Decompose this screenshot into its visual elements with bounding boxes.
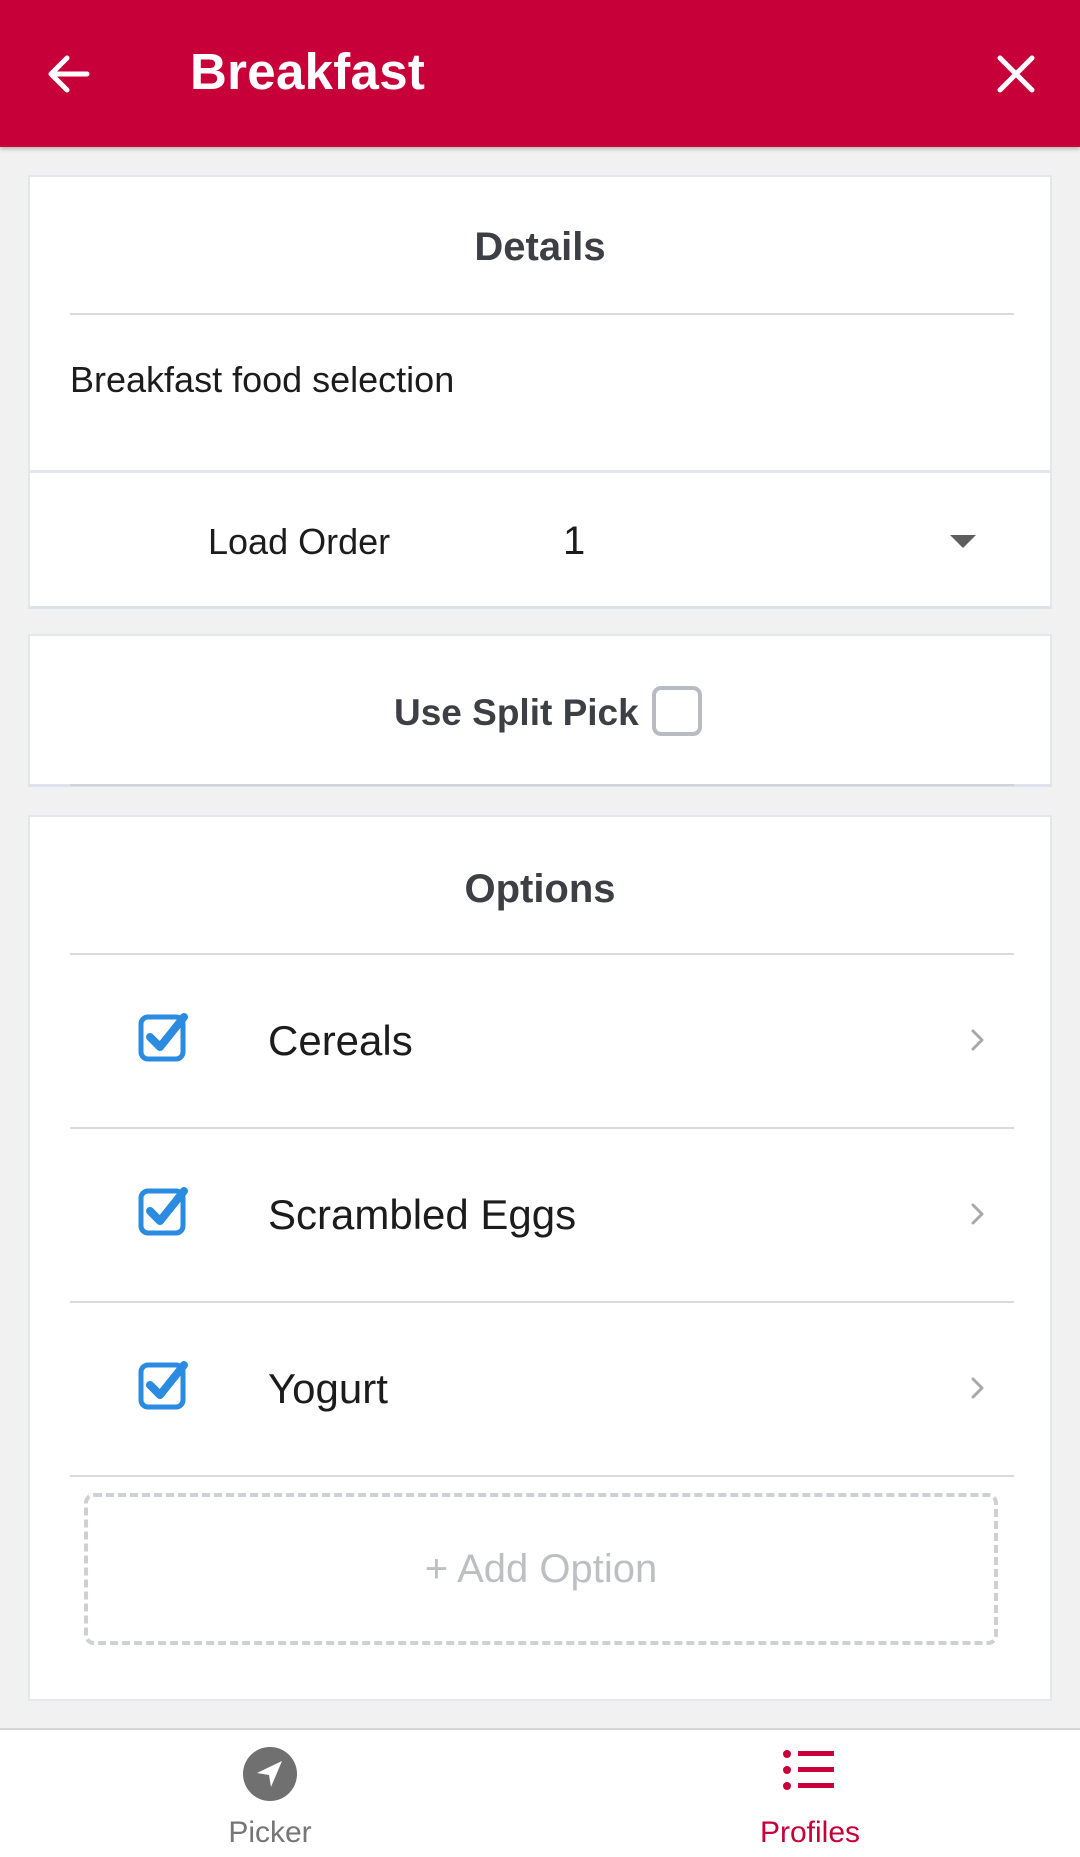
options-title: Options	[464, 867, 616, 911]
chevron-right-icon	[971, 1203, 984, 1225]
option-row-yogurt[interactable]: Yogurt	[70, 1303, 1014, 1477]
checkbox-checked-icon[interactable]	[137, 1009, 191, 1063]
option-label: Yogurt	[268, 1365, 388, 1412]
list-icon	[783, 1750, 834, 1790]
options-card: Options Cereals Scrambled Eggs Yogurt + …	[28, 815, 1052, 1701]
option-label: Cereals	[268, 1017, 413, 1064]
split-pick-card: Use Split Pick	[28, 634, 1052, 787]
checkbox-checked-icon[interactable]	[137, 1183, 191, 1237]
details-title: Details	[474, 225, 606, 269]
load-order-value[interactable]: 1	[563, 519, 585, 564]
nav-label: Picker	[228, 1816, 312, 1849]
chevron-right-icon	[971, 1377, 984, 1399]
nav-item-picker[interactable]: Picker	[0, 1730, 540, 1857]
option-row-cereals[interactable]: Cereals	[70, 955, 1014, 1129]
add-option-button[interactable]: + Add Option	[84, 1493, 998, 1645]
description-text: Breakfast food selection	[70, 359, 455, 400]
close-button[interactable]	[986, 44, 1046, 104]
dropdown-arrow-icon[interactable]	[950, 535, 976, 548]
load-order-label: Load Order	[208, 521, 391, 562]
checkbox-checked-icon[interactable]	[137, 1357, 191, 1411]
option-label: Scrambled Eggs	[268, 1191, 577, 1238]
app-bar: Breakfast	[0, 0, 1080, 147]
nav-item-profiles[interactable]: Profiles	[540, 1730, 1080, 1857]
arrow-left-icon	[48, 55, 90, 93]
divider	[70, 784, 1014, 786]
details-card: Details Breakfast food selection	[28, 175, 1052, 472]
bottom-navigation: Picker Profiles	[0, 1728, 1080, 1857]
page-title: Breakfast	[190, 43, 426, 100]
divider	[70, 313, 1014, 315]
split-pick-checkbox[interactable]	[652, 686, 702, 736]
add-option-label: + Add Option	[424, 1546, 658, 1591]
nav-label: Profiles	[759, 1816, 861, 1849]
chevron-right-icon	[971, 1029, 984, 1051]
option-row-scrambled-eggs[interactable]: Scrambled Eggs	[70, 1129, 1014, 1303]
divider	[70, 1475, 1014, 1477]
navigation-arrow-icon	[243, 1747, 297, 1801]
close-icon	[997, 55, 1035, 93]
load-order-select[interactable]: Load Order 1	[28, 471, 1052, 609]
back-button[interactable]	[38, 44, 98, 104]
split-pick-label: Use Split Pick	[394, 692, 639, 733]
